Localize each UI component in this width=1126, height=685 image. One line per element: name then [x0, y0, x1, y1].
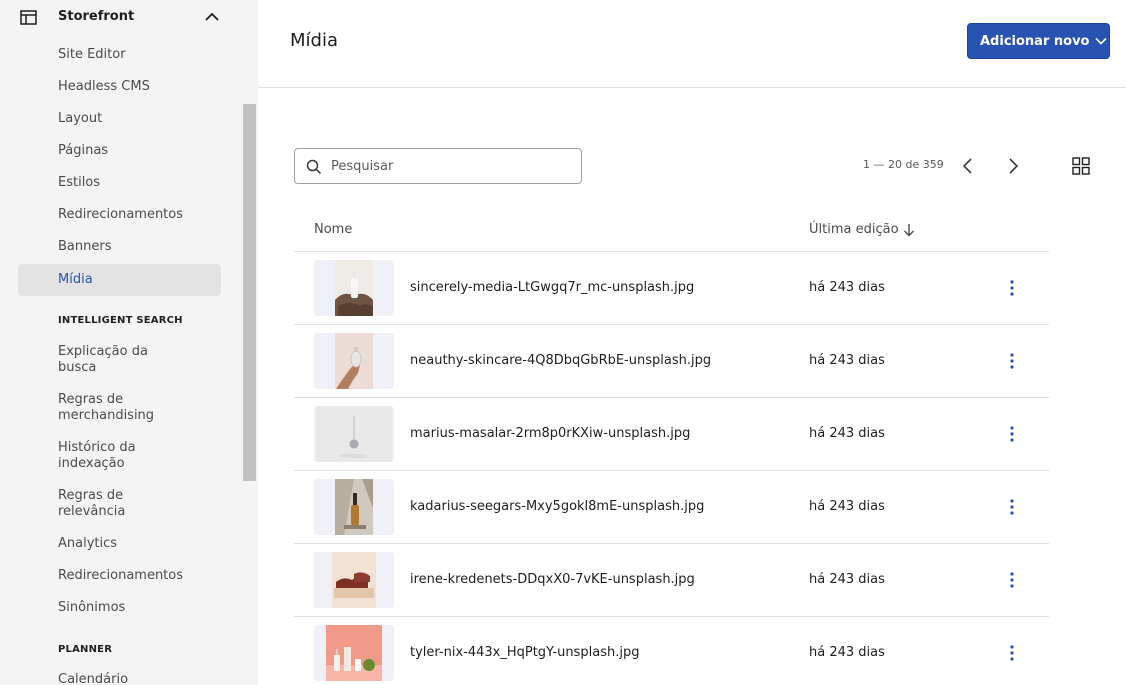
sidebar-item-label-line1: Explicação da	[58, 344, 148, 359]
sidebar-item-label-line2: relevância	[58, 504, 126, 519]
table-row[interactable]: kadarius-seegars-Mxy5gokl8mE-unsplash.jp…	[294, 471, 1049, 544]
sidebar-item-label-line1: Regras de	[58, 392, 124, 407]
add-new-button[interactable]: Adicionar novo	[967, 23, 1110, 59]
sidebar-item-regras-merchandising[interactable]: Regras de merchandising	[18, 392, 221, 424]
last-edited: há 243 dias	[809, 426, 885, 441]
table-row[interactable]: neauthy-skincare-4Q8DbqGbRbE-unsplash.jp…	[294, 325, 1049, 398]
grid-view-icon[interactable]	[1072, 157, 1090, 175]
sidebar-item-label-line1: Regras de	[58, 488, 124, 503]
media-thumbnail[interactable]	[314, 625, 394, 681]
column-header-last-edit[interactable]: Última edição	[809, 222, 899, 237]
file-name[interactable]: kadarius-seegars-Mxy5gokl8mE-unsplash.jp…	[410, 499, 704, 514]
arrow-down-icon[interactable]	[903, 223, 915, 237]
sidebar-item-headless-cms[interactable]: Headless CMS	[18, 79, 221, 95]
media-thumbnail[interactable]	[314, 406, 394, 462]
add-new-button-label: Adicionar novo	[980, 33, 1090, 49]
last-edited: há 243 dias	[809, 353, 885, 368]
sidebar-item-estilos[interactable]: Estilos	[18, 175, 221, 191]
sidebar-item-redirecionamentos[interactable]: Redirecionamentos	[18, 207, 221, 223]
sidebar-item-historico-indexacao[interactable]: Histórico da indexação	[18, 440, 221, 472]
file-name[interactable]: neauthy-skincare-4Q8DbqGbRbE-unsplash.jp…	[410, 353, 711, 368]
column-header-name[interactable]: Nome	[314, 222, 352, 237]
more-vertical-icon[interactable]	[1002, 644, 1022, 662]
file-name[interactable]: irene-kredenets-DDqxX0-7vKE-unsplash.jpg	[410, 572, 695, 587]
search-input[interactable]	[331, 157, 571, 175]
last-edited: há 243 dias	[809, 572, 885, 587]
layout-icon	[20, 10, 37, 25]
sidebar-section-title: Storefront	[58, 9, 135, 24]
sidebar-section-storefront[interactable]: Storefront	[0, 0, 243, 36]
last-edited: há 243 dias	[809, 645, 885, 660]
sidebar-section-planner: PLANNER	[58, 644, 113, 655]
table-row[interactable]: irene-kredenets-DDqxX0-7vKE-unsplash.jpg…	[294, 544, 1049, 617]
table-row[interactable]: sincerely-media-LtGwgq7r_mc-unsplash.jpg…	[294, 252, 1049, 325]
last-edited: há 243 dias	[809, 280, 885, 295]
sidebar-section-intelligent-search: INTELLIGENT SEARCH	[58, 315, 183, 326]
chevron-right-icon[interactable]	[1003, 156, 1023, 176]
table-row[interactable]: marius-masalar-2rm8p0rKXiw-unsplash.jpg …	[294, 398, 1049, 471]
sidebar-item-regras-relevancia[interactable]: Regras de relevância	[18, 488, 221, 520]
sidebar-scrollbar-thumb[interactable]	[243, 104, 256, 481]
more-vertical-icon[interactable]	[1002, 279, 1022, 297]
sidebar-item-banners[interactable]: Banners	[18, 239, 221, 255]
sidebar-item-label-line2: indexação	[58, 456, 125, 471]
sidebar-item-midia[interactable]: Mídia	[18, 264, 221, 296]
chevron-left-icon[interactable]	[958, 156, 978, 176]
chevron-up-icon[interactable]	[205, 12, 219, 22]
sidebar-item-search-redirecionamentos[interactable]: Redirecionamentos	[18, 568, 221, 584]
media-thumbnail[interactable]	[314, 552, 394, 608]
media-thumbnail[interactable]	[314, 260, 394, 316]
file-name[interactable]: tyler-nix-443x_HqPtgY-unsplash.jpg	[410, 645, 640, 660]
page-header: Mídia Adicionar novo	[258, 0, 1126, 88]
sidebar-item-label-line2: merchandising	[58, 408, 155, 423]
more-vertical-icon[interactable]	[1002, 425, 1022, 443]
pagination-range: 1 — 20 de 359	[863, 158, 944, 171]
search-field[interactable]	[294, 148, 582, 184]
search-icon	[306, 159, 322, 175]
sidebar-item-label-line2: busca	[58, 360, 97, 375]
last-edited: há 243 dias	[809, 499, 885, 514]
sidebar-item-calendario[interactable]: Calendário	[18, 672, 221, 685]
table-row[interactable]: tyler-nix-443x_HqPtgY-unsplash.jpg há 24…	[294, 617, 1049, 685]
page-title: Mídia	[290, 30, 338, 51]
media-thumbnail[interactable]	[314, 479, 394, 535]
file-name[interactable]: sincerely-media-LtGwgq7r_mc-unsplash.jpg	[410, 280, 694, 295]
sidebar-item-explicacao-busca[interactable]: Explicação da busca	[18, 344, 221, 376]
sidebar-item-label-line1: Histórico da	[58, 440, 136, 455]
file-name[interactable]: marius-masalar-2rm8p0rKXiw-unsplash.jpg	[410, 426, 690, 441]
main-content: Mídia Adicionar novo 1 — 20 de 359 Nome …	[258, 0, 1126, 685]
sidebar-item-paginas[interactable]: Páginas	[18, 143, 221, 159]
more-vertical-icon[interactable]	[1002, 498, 1022, 516]
media-thumbnail[interactable]	[314, 333, 394, 389]
sidebar-item-analytics[interactable]: Analytics	[18, 536, 221, 552]
more-vertical-icon[interactable]	[1002, 352, 1022, 370]
sidebar-item-site-editor[interactable]: Site Editor	[18, 47, 221, 63]
chevron-down-icon	[1095, 37, 1108, 45]
more-vertical-icon[interactable]	[1002, 571, 1022, 589]
sidebar-item-sinonimos[interactable]: Sinônimos	[18, 600, 221, 616]
sidebar: Storefront Site Editor Headless CMS Layo…	[0, 0, 258, 685]
sidebar-item-layout[interactable]: Layout	[18, 111, 221, 127]
